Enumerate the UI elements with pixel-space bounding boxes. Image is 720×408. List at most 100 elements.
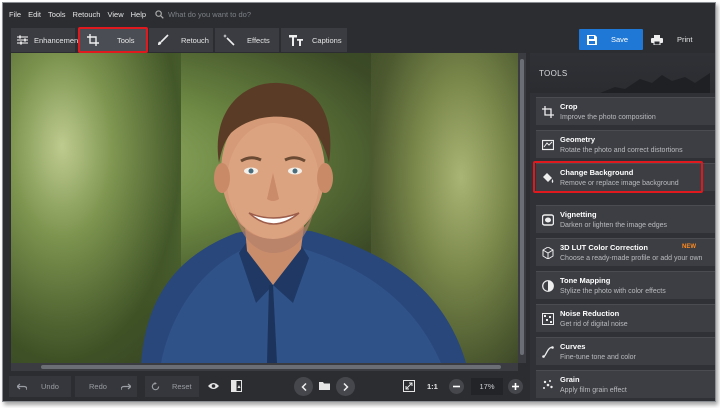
vertical-scroll-thumb[interactable] [520, 59, 524, 355]
tool-description: Rotate the photo and correct distortions [560, 147, 683, 154]
curves-icon [542, 346, 554, 358]
reset-icon [151, 382, 160, 391]
plus-icon [512, 383, 519, 390]
menu-file[interactable]: File [9, 10, 21, 19]
app-window: File Edit Tools Retouch View Help Enhanc… [2, 2, 716, 402]
tools-panel-header: TOOLS [530, 53, 715, 93]
menu-help[interactable]: Help [131, 10, 146, 19]
tool-grain[interactable]: Grain Apply film grain effect [536, 370, 715, 398]
redo-label: Redo [89, 382, 107, 391]
grain-icon [543, 380, 553, 389]
vertical-scrollbar[interactable] [518, 53, 526, 363]
tone-mapping-icon [542, 280, 554, 292]
tab-effects-label: Effects [247, 35, 270, 45]
menu-view[interactable]: View [107, 10, 123, 19]
mountain-decoration-icon [600, 73, 710, 93]
tool-name: Crop [560, 102, 578, 111]
previous-photo-button[interactable] [294, 377, 313, 396]
tool-name: Tone Mapping [560, 276, 611, 285]
vignette-icon [542, 214, 554, 226]
print-button-label: Print [677, 35, 693, 44]
tool-tone-mapping[interactable]: Tone Mapping Stylize the photo with colo… [536, 271, 715, 299]
save-button[interactable]: Save [579, 29, 643, 50]
tool-name: Vignetting [560, 210, 597, 219]
paint-bucket-icon [543, 173, 554, 183]
new-badge: NEW [682, 244, 696, 250]
menu-edit[interactable]: Edit [28, 10, 41, 19]
tool-vignetting[interactable]: Vignetting Darken or lighten the image e… [536, 205, 715, 233]
open-folder-button[interactable] [319, 381, 330, 392]
undo-icon [17, 383, 27, 390]
tab-captions[interactable]: Captions [281, 28, 347, 52]
lut-cube-icon [542, 247, 554, 259]
brush-icon [158, 34, 169, 45]
horizontal-scroll-thumb[interactable] [41, 365, 501, 369]
geometry-icon [542, 139, 554, 151]
before-after-icon [231, 380, 242, 392]
tab-effects[interactable]: Effects [215, 28, 279, 52]
crop-icon [542, 106, 554, 118]
search-box [155, 9, 289, 19]
photo-canvas[interactable] [11, 53, 518, 363]
bottom-bar: Undo Redo Reset 1:1 17% [3, 371, 531, 401]
tool-name: Change Background [560, 168, 634, 177]
tool-description: Choose a ready-made profile or add your … [560, 255, 703, 262]
tool-crop[interactable]: Crop Improve the photo composition [536, 97, 715, 125]
undo-label: Undo [41, 382, 59, 391]
tool-noise-reduction[interactable]: Noise Reduction Get rid of digital noise [536, 304, 715, 332]
fit-screen-icon [403, 380, 415, 392]
tool-description: Get rid of digital noise [560, 321, 628, 328]
menu-retouch[interactable]: Retouch [73, 10, 101, 19]
printer-icon [651, 34, 663, 45]
redo-button[interactable]: Redo [75, 376, 137, 397]
tool-3d-lut[interactable]: 3D LUT Color Correction NEW Choose a rea… [536, 238, 715, 266]
text-icon [289, 34, 303, 46]
search-icon [155, 9, 164, 19]
sliders-icon [17, 35, 28, 45]
reset-button[interactable]: Reset [145, 376, 199, 397]
zoom-level[interactable]: 17% [471, 378, 503, 395]
floppy-disk-icon [587, 34, 597, 45]
tab-enhancement-label: Enhancement [34, 35, 81, 45]
zoom-in-button[interactable] [508, 379, 523, 394]
tool-name: Noise Reduction [560, 309, 620, 318]
chevron-left-icon [300, 382, 307, 391]
tool-description: Stylize the photo with color effects [560, 288, 666, 295]
tool-description: Darken or lighten the image edges [560, 222, 668, 229]
tool-geometry[interactable]: Geometry Rotate the photo and correct di… [536, 130, 715, 158]
tool-description: Apply film grain effect [560, 387, 627, 394]
tool-description: Fine-tune tone and color [560, 354, 636, 361]
save-button-label: Save [611, 35, 629, 44]
tab-tools[interactable]: Tools [79, 28, 147, 52]
tab-enhancement[interactable]: Enhancement [11, 28, 80, 52]
menu-bar: File Edit Tools Retouch View Help [3, 3, 715, 25]
tool-curves[interactable]: Curves Fine-tune tone and color [536, 337, 715, 365]
redo-icon [120, 383, 131, 390]
tab-retouch[interactable]: Retouch [149, 28, 213, 52]
tab-tools-label: Tools [117, 35, 135, 45]
tool-name: 3D LUT Color Correction [560, 243, 648, 252]
compare-button[interactable] [231, 380, 242, 394]
folder-icon [319, 382, 330, 390]
portrait-photo [141, 82, 466, 363]
horizontal-scrollbar[interactable] [11, 363, 518, 371]
noise-icon [542, 313, 554, 325]
tool-description: Improve the photo composition [560, 114, 656, 121]
search-input[interactable] [168, 9, 289, 19]
menu-tools[interactable]: Tools [48, 10, 66, 19]
zoom-out-button[interactable] [449, 379, 464, 394]
fit-to-screen-button[interactable] [403, 380, 415, 394]
tab-retouch-label: Retouch [181, 35, 209, 45]
actual-size-button[interactable]: 1:1 [427, 382, 438, 391]
preview-eye-button[interactable] [208, 382, 219, 392]
tool-change-background[interactable]: Change Background Remove or replace imag… [536, 163, 715, 191]
print-button[interactable]: Print [645, 29, 709, 50]
eye-icon [208, 383, 219, 389]
tab-captions-label: Captions [312, 35, 342, 45]
minus-icon [453, 385, 460, 388]
next-photo-button[interactable] [336, 377, 355, 396]
crop-icon [87, 34, 99, 46]
tool-name: Geometry [560, 135, 596, 144]
undo-button[interactable]: Undo [9, 376, 71, 397]
magic-wand-icon [223, 34, 235, 46]
